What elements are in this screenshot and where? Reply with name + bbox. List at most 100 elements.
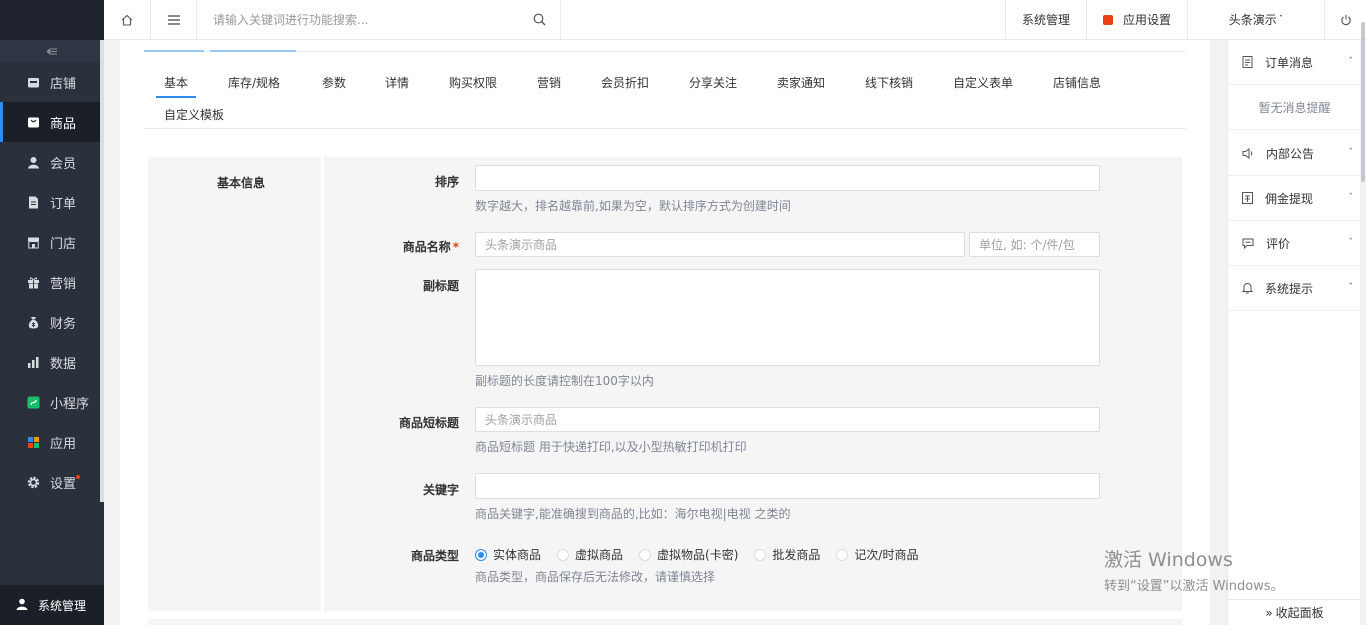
tab[interactable]: 自定义模板: [164, 106, 224, 123]
sidebar-item[interactable]: 小程序: [0, 382, 104, 422]
goods-type-hint: 商品类型，商品保存后无法修改，请谨慎选择: [475, 570, 716, 584]
tab[interactable]: 线下核销: [865, 74, 913, 91]
commission-withdraw-item[interactable]: 佣金提现 ˇ: [1228, 176, 1361, 221]
sidebar-item-label: 数据: [50, 356, 77, 372]
tab[interactable]: 会员折扣: [601, 74, 649, 91]
home-icon: [121, 14, 133, 26]
app-settings-icon: [1102, 14, 1113, 25]
top-accent-line: [210, 50, 296, 52]
collapse-panel-label: 收起面板: [1275, 606, 1324, 620]
tab[interactable]: 店铺信息: [1053, 74, 1101, 91]
top-divider: [144, 40, 1186, 52]
store-icon: [27, 236, 40, 249]
sidebar-item[interactable]: 营销: [0, 262, 104, 302]
radio-label: 虚拟物品(卡密): [657, 548, 739, 562]
goods-type-radio[interactable]: 虚拟物品(卡密): [639, 546, 738, 563]
commission-withdraw-label: 佣金提现: [1265, 191, 1314, 206]
short-title-input[interactable]: [475, 407, 1100, 432]
system-tip-label: 系统提示: [1265, 281, 1314, 296]
user-menu[interactable]: 头条演示 ˇ: [1187, 0, 1324, 40]
subtitle-label: 副标题: [422, 279, 459, 293]
sidebar-scroll-edge: [100, 40, 104, 502]
collapse-panel-button[interactable]: » 收起面板: [1228, 599, 1361, 625]
sidebar-collapse-toggle[interactable]: [0, 40, 104, 62]
review-item[interactable]: 评价 ˇ: [1228, 221, 1361, 266]
search-input[interactable]: [213, 12, 513, 27]
order-icon: [27, 196, 40, 209]
system-management-menu[interactable]: 系统管理: [1004, 0, 1086, 40]
order-messages-item[interactable]: 订单消息 ˆ: [1228, 40, 1361, 85]
tab[interactable]: 购买权限: [449, 74, 497, 91]
radio-circle[interactable]: [475, 548, 487, 561]
tab[interactable]: 自定义表单: [953, 74, 1013, 91]
tab[interactable]: 分享关注: [689, 74, 737, 91]
tab[interactable]: 详情: [385, 74, 409, 91]
sidebar-item[interactable]: 门店: [0, 222, 104, 262]
radio-circle[interactable]: [639, 548, 652, 561]
goods-tabs: 基本 库存/规格 参数 详情 购买权限 营销 会员折扣 分享关注 卖家通知 线下核销 自定义表单 店铺…: [144, 68, 1186, 129]
internal-notice-item[interactable]: 内部公告 ˇ: [1228, 131, 1361, 176]
sidebar-item-label: 财务: [50, 316, 77, 332]
hamburger-icon: [167, 14, 180, 25]
app-settings-label: 应用设置: [1122, 13, 1171, 27]
radio-label: 记次/时商品: [854, 548, 919, 562]
keywords-label: 关键字: [422, 483, 459, 497]
goods-type-label: 商品类型: [410, 549, 459, 563]
goods-icon: [27, 116, 40, 129]
chevron-down-icon: ˇ: [1348, 238, 1354, 248]
no-message-text: 暂无消息提醒: [1228, 85, 1361, 130]
sidebar-item[interactable]: 数据: [0, 342, 104, 382]
goods-type-radio[interactable]: 批发商品: [754, 546, 820, 563]
goods-name-input[interactable]: [475, 232, 965, 257]
tab[interactable]: 参数: [322, 74, 346, 91]
bar-chart-icon: [27, 356, 40, 369]
sidebar-item[interactable]: 订单: [0, 182, 104, 222]
search-box: [197, 0, 561, 40]
app-settings-menu[interactable]: 应用设置: [1085, 0, 1187, 40]
sidebar-item[interactable]: 设置: [0, 462, 104, 502]
search-icon[interactable]: [533, 13, 546, 26]
tab[interactable]: 库存/规格: [228, 74, 280, 91]
sidebar-item[interactable]: 会员: [0, 142, 104, 182]
home-button[interactable]: [104, 0, 151, 40]
unit-input[interactable]: [969, 232, 1100, 257]
withdraw-icon: [1242, 192, 1253, 204]
sidebar-item[interactable]: 财务: [0, 302, 104, 342]
radio-circle[interactable]: [557, 548, 570, 561]
sidebar-item[interactable]: 商品: [0, 102, 104, 142]
watermark-line1: 激活 Windows: [1104, 549, 1233, 571]
sidebar-item-label: 订单: [50, 196, 77, 212]
form-section-sidebar: 基本信息: [148, 157, 324, 611]
sidebar-footer-system[interactable]: 系统管理: [0, 585, 104, 625]
sidebar-item-label: 营销: [50, 276, 77, 292]
tab[interactable]: 营销: [537, 74, 561, 91]
goods-name-label-text: 商品名称: [402, 240, 451, 254]
radio-circle[interactable]: [754, 548, 767, 561]
shop-icon: [27, 76, 40, 89]
tab[interactable]: 卖家通知: [777, 74, 825, 91]
apps-icon: [27, 436, 40, 449]
chevron-up-icon: ˆ: [1348, 57, 1354, 67]
logout-button[interactable]: [1324, 0, 1366, 40]
system-tip-item[interactable]: 系统提示 ˇ: [1228, 266, 1361, 311]
keywords-hint: 商品关键字,能准确搜到商品的,比如：海尔电视|电视 之类的: [475, 507, 791, 521]
goods-type-radio[interactable]: 虚拟商品: [557, 546, 623, 563]
goods-type-radio[interactable]: 记次/时商品: [836, 546, 918, 563]
user-icon: [27, 156, 40, 169]
menu-toggle-button[interactable]: [151, 0, 197, 40]
page-scrollbar[interactable]: [1361, 22, 1365, 182]
speaker-icon: [1242, 147, 1254, 159]
sort-input[interactable]: [475, 165, 1100, 191]
sidebar-item-label: 应用: [50, 436, 77, 452]
power-icon: [1340, 14, 1351, 25]
sidebar-item[interactable]: 店铺: [0, 62, 104, 102]
sidebar-footer-label: 系统管理: [38, 598, 87, 613]
radio-label: 实体商品: [493, 548, 542, 562]
tab[interactable]: 基本: [155, 74, 197, 98]
subtitle-textarea[interactable]: [475, 269, 1100, 366]
goods-type-radio[interactable]: 实体商品: [475, 546, 541, 563]
section-title: 基本信息: [217, 176, 266, 190]
radio-circle[interactable]: [836, 548, 849, 561]
keywords-input[interactable]: [475, 473, 1100, 499]
sidebar-item[interactable]: 应用: [0, 422, 104, 462]
